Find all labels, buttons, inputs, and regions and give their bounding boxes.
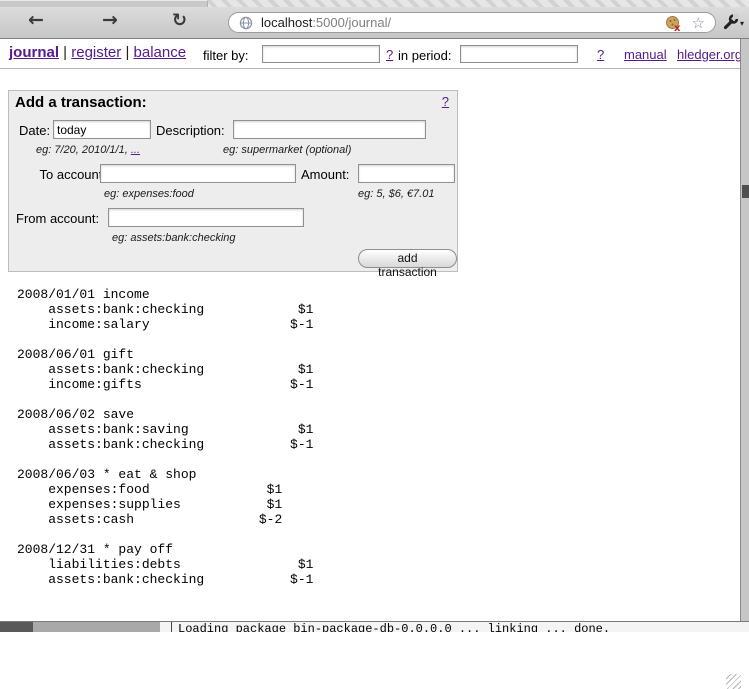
from-account-input[interactable] [108,208,304,227]
amount-input[interactable] [358,164,455,183]
terminal-left-edge [0,622,33,632]
site-navbar: journal | register | balance filter by: … [0,39,740,69]
terminal-window: Loading package bin-package-db-0.0.0.0 .… [160,622,749,632]
nav-link-balance[interactable]: balance [134,44,187,61]
period-input[interactable] [460,45,578,63]
date-hint-text: eg: 7/20, 2010/1/1, [36,144,131,156]
nav-links: journal | register | balance [9,44,186,61]
nav-link-register[interactable]: register [71,44,121,61]
from-account-hint: eg: assets:bank:checking [112,232,236,244]
terminal-border [171,622,172,632]
journal-entry: 2008/12/31 * pay off liabilities:debts $… [17,542,313,587]
browser-tab[interactable] [0,0,208,7]
url-text: localhost:5000/journal/ [261,13,391,32]
tab-strip [0,0,749,7]
journal-entry: 2008/01/01 income assets:bank:checking $… [17,287,313,332]
filter-help-link[interactable]: ? [386,47,393,62]
back-button[interactable]: ← [28,9,44,31]
forward-button[interactable]: → [102,9,118,31]
date-hint: eg: 7/20, 2010/1/1, ... [36,144,140,156]
add-transaction-button[interactable]: add transaction [358,249,457,268]
url-path: :5000/journal/ [312,15,391,30]
manual-link[interactable]: manual [624,47,667,62]
in-period-label: in period: [398,48,451,63]
svg-text:x: x [674,23,681,32]
journal-entry: 2008/06/03 * eat & shop expenses:food $1… [17,467,313,527]
scrollbar-track[interactable] [740,39,749,622]
to-account-input[interactable] [100,164,296,183]
amount-label: Amount: [301,167,349,182]
page-globe-icon [239,16,253,35]
journal: 2008/01/01 income assets:bank:checking $… [17,287,313,602]
description-hint: eg: supermarket (optional) [223,144,351,156]
browser-toolbar: ← → ↻ localhost:5000/journal/ x ☆ [0,7,749,39]
nav-link-journal[interactable]: journal [9,44,59,61]
to-account-hint: eg: expenses:food [104,188,194,200]
panel-help-link[interactable]: ? [442,94,449,109]
filter-by-label: filter by: [203,48,249,63]
url-host: localhost [261,15,312,30]
nav-separator: | [121,44,133,61]
bookmark-star-icon[interactable]: ☆ [692,13,705,34]
resize-grip-icon[interactable] [726,674,741,689]
reload-button[interactable]: ↻ [172,10,187,31]
description-label: Description: [156,123,225,138]
nav-separator: | [59,44,71,61]
date-input[interactable] [53,120,151,139]
wrench-caret-icon[interactable]: ▾ [740,19,744,28]
panel-title: Add a transaction: [15,94,147,111]
filter-input[interactable] [262,45,380,63]
page-content: Add a transaction: ? Date: Description: … [0,69,740,622]
to-account-label: To account: [27,167,106,182]
date-hint-more-link[interactable]: ... [131,144,140,156]
background-terminal-strip: Loading package bin-package-db-0.0.0.0 .… [0,622,749,632]
description-input[interactable] [233,120,426,139]
scrollbar-thumb[interactable] [742,185,749,198]
date-label: Date: [19,123,50,138]
add-transaction-panel: Add a transaction: ? Date: Description: … [8,90,458,272]
journal-entry: 2008/06/02 save assets:bank:saving $1 as… [17,407,313,452]
from-account-label: From account: [16,211,99,226]
address-bar[interactable]: localhost:5000/journal/ x ☆ [228,12,716,33]
cookie-blocked-icon[interactable]: x [665,15,682,37]
amount-hint: eg: 5, $6, €7.01 [358,188,434,200]
period-help-link[interactable]: ? [597,47,604,62]
hledger-org-link[interactable]: hledger.org [677,47,742,62]
journal-entry: 2008/06/01 gift assets:bank:checking $1 … [17,347,313,392]
terminal-output: Loading package bin-package-db-0.0.0.0 .… [178,623,610,632]
wrench-menu-icon[interactable] [722,14,739,36]
